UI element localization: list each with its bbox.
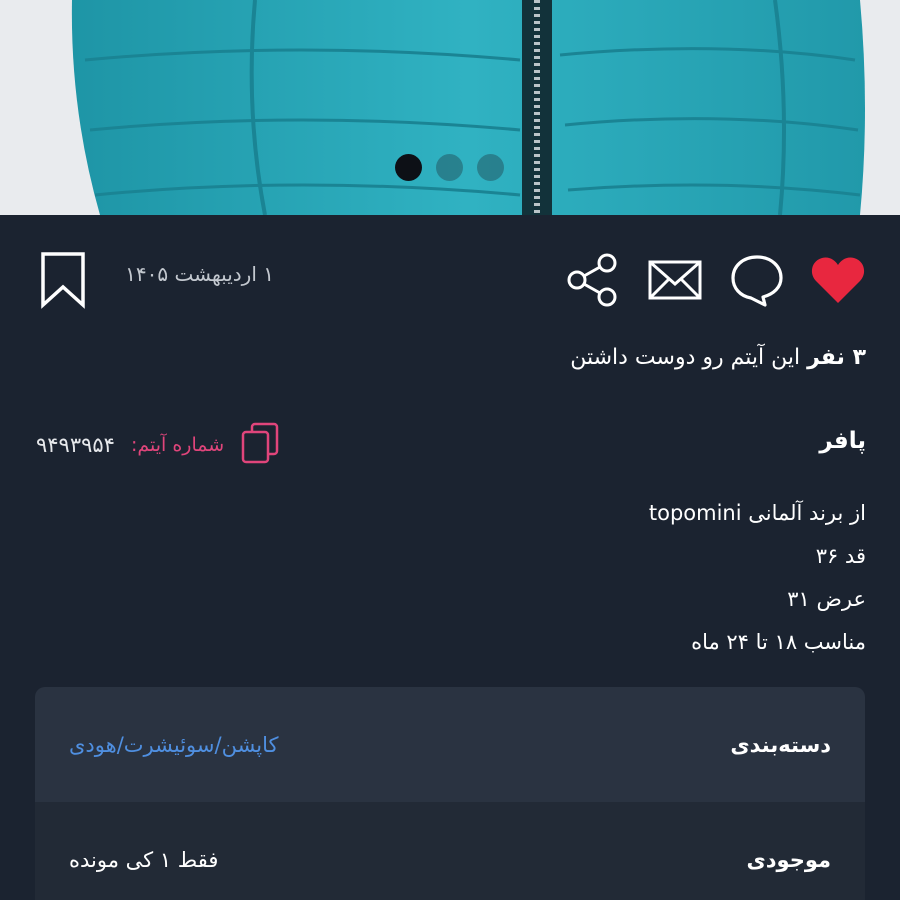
post-date: ۱ اردیبهشت ۱۴۰۵ [125, 262, 274, 286]
comment-icon[interactable] [727, 250, 787, 310]
description-line: عرض ۳۱ [787, 587, 866, 611]
share-icon[interactable] [563, 250, 623, 310]
carousel-indicator [395, 154, 504, 181]
carousel-dot[interactable] [436, 154, 463, 181]
product-image[interactable] [0, 0, 900, 215]
description-line: مناسب ۱۸ تا ۲۴ ماه [691, 630, 866, 654]
bookmark-icon[interactable] [33, 250, 93, 310]
carousel-dot[interactable] [395, 154, 422, 181]
description-line: قد ۳۶ [815, 544, 866, 568]
category-row[interactable]: دسته‌بندی کاپشن/سوئیشرت/هودی [35, 687, 865, 802]
item-title: پافر [819, 428, 866, 454]
copy-icon[interactable] [240, 421, 280, 469]
description-line: از برند آلمانی topomini [648, 501, 866, 525]
item-number[interactable]: ۹۴۹۳۹۵۴ شماره آیتم: [36, 420, 280, 470]
stock-label: موجودی [746, 847, 832, 872]
message-icon[interactable] [645, 250, 705, 310]
likes-summary[interactable]: ۳ نفر این آیتم رو دوست داشتن [570, 345, 866, 370]
likes-count: ۳ نفر [807, 345, 866, 370]
actions-row: ۱ اردیبهشت ۱۴۰۵ [0, 240, 900, 315]
category-label: دسته‌بندی [730, 732, 831, 757]
info-table: دسته‌بندی کاپشن/سوئیشرت/هودی موجودی فقط … [35, 687, 865, 900]
likes-text: این آیتم رو دوست داشتن [570, 345, 808, 370]
heart-icon[interactable] [808, 250, 868, 310]
item-number-value: ۹۴۹۳۹۵۴ [36, 433, 115, 457]
category-link[interactable]: کاپشن/سوئیشرت/هودی [69, 733, 279, 757]
item-description: از برند آلمانی topomini قد ۳۶ عرض ۳۱ منا… [366, 492, 866, 664]
stock-row: موجودی فقط ۱ کی مونده [35, 802, 865, 900]
carousel-dot[interactable] [477, 154, 504, 181]
item-number-label: شماره آیتم: [130, 434, 225, 456]
stock-value: فقط ۱ کی مونده [69, 847, 219, 872]
